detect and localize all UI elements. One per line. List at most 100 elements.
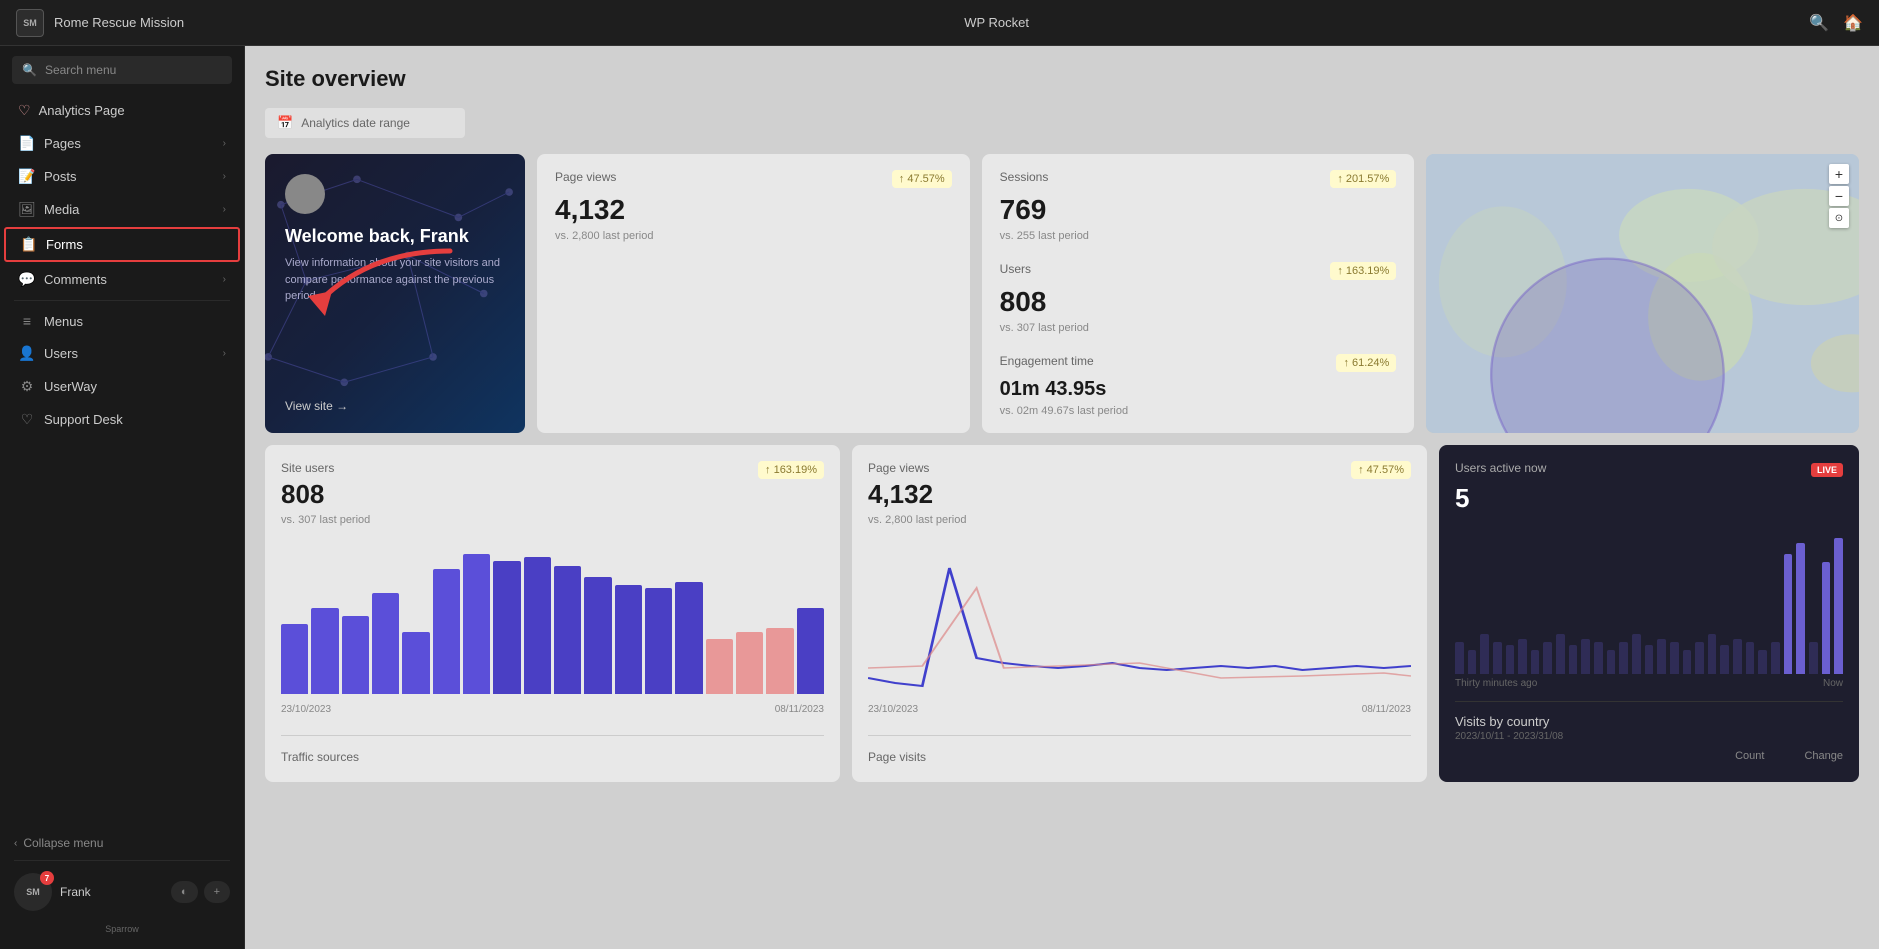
map-reset-button[interactable]: ⊙ xyxy=(1829,208,1849,228)
map-controls: + − ⊙ xyxy=(1829,164,1849,228)
active-bar-2 xyxy=(1468,650,1477,674)
sidebar-item-posts[interactable]: 📝 Posts › xyxy=(4,161,240,192)
sidebar-item-posts-label: Posts xyxy=(44,169,77,184)
site-title: Rome Rescue Mission xyxy=(54,15,184,30)
site-users-date-to: 08/11/2023 xyxy=(775,704,824,715)
bar-8 xyxy=(493,561,520,694)
site-users-bar-chart xyxy=(281,538,824,698)
bar-15 xyxy=(706,639,733,694)
sidebar-item-userway[interactable]: ⚙ UserWay xyxy=(4,371,240,402)
sidebar-item-users-label: Users xyxy=(44,346,78,361)
chevron-right-icon: › xyxy=(223,348,226,359)
search-menu[interactable]: 🔍 Search menu xyxy=(12,56,232,84)
chevron-right-icon: › xyxy=(223,138,226,149)
user-footer: SM 7 Frank ◐ + xyxy=(0,865,244,919)
date-range-picker[interactable]: 📅 Analytics date range xyxy=(265,108,465,138)
sidebar-item-menus[interactable]: ≡ Menus xyxy=(4,306,240,336)
welcome-title: Welcome back, Frank xyxy=(285,226,505,247)
topbar: SM Rome Rescue Mission WP Rocket 🔍 🏠 xyxy=(0,0,1879,46)
time-label-right: Now xyxy=(1823,678,1843,689)
sidebar-item-pages-label: Pages xyxy=(44,136,81,151)
page-visits-title: Page visits xyxy=(868,750,926,764)
media-icon: 🖼 xyxy=(18,201,36,218)
map-zoom-in-button[interactable]: + xyxy=(1829,164,1849,184)
view-site-button[interactable]: View site → xyxy=(285,399,505,413)
page-views-chart-badge: ↑ 47.57% xyxy=(1351,461,1411,479)
active-bar-15 xyxy=(1632,634,1641,674)
welcome-description: View information about your site visitor… xyxy=(285,255,505,305)
active-bar-22 xyxy=(1720,645,1729,674)
chevron-right-icon: › xyxy=(223,204,226,215)
active-bar-7 xyxy=(1531,650,1540,674)
sidebar-item-media-label: Media xyxy=(44,202,79,217)
sidebar-item-analytics[interactable]: ♡ Analytics Page xyxy=(4,95,240,126)
bar-13 xyxy=(645,588,672,694)
page-title: Site overview xyxy=(265,66,1859,92)
bar-5 xyxy=(402,632,429,694)
notification-badge: 7 xyxy=(40,871,54,885)
chevron-right-icon: › xyxy=(223,274,226,285)
sidebar-item-pages[interactable]: 📄 Pages › xyxy=(4,128,240,159)
active-bar-18 xyxy=(1670,642,1679,674)
map-zoom-out-button[interactable]: − xyxy=(1829,186,1849,206)
bar-14 xyxy=(675,582,702,694)
welcome-card: Welcome back, Frank View information abo… xyxy=(265,154,525,433)
search-icon[interactable]: 🔍 xyxy=(1809,13,1829,33)
sidebar-item-userway-label: UserWay xyxy=(44,379,97,394)
users-label: Users xyxy=(1000,262,1031,276)
page-views-line-chart xyxy=(868,538,1411,698)
forms-icon: 📋 xyxy=(20,236,38,253)
posts-icon: 📝 xyxy=(18,168,36,185)
bar-6 xyxy=(433,569,460,694)
page-views-vs: vs. 2,800 last period xyxy=(555,230,952,242)
users-value: 808 xyxy=(1000,286,1397,318)
active-bar-4 xyxy=(1493,642,1502,674)
user-action-button[interactable]: ◐ xyxy=(171,881,198,903)
page-views-date-from: 23/10/2023 xyxy=(868,704,918,715)
active-bar-20 xyxy=(1695,642,1704,674)
site-users-badge: ↑ 163.19% xyxy=(758,461,824,479)
active-now-card: Users active now LIVE 5 xyxy=(1439,445,1859,782)
active-bar-13 xyxy=(1607,650,1616,674)
users-icon: 👤 xyxy=(18,345,36,362)
sessions-card: Sessions ↑ 201.57% 769 vs. 255 last peri… xyxy=(982,154,1415,433)
active-bar-12 xyxy=(1594,642,1603,674)
add-user-button[interactable]: + xyxy=(204,881,230,903)
bar-7 xyxy=(463,554,490,694)
date-range-label: Analytics date range xyxy=(301,116,410,130)
bar-16 xyxy=(736,632,763,694)
collapse-menu-button[interactable]: ‹ Collapse menu xyxy=(0,830,244,856)
site-users-title: Site users xyxy=(281,461,334,475)
world-map-svg xyxy=(1426,154,1859,433)
avatar-text: SM xyxy=(26,887,40,897)
users-badge: ↑ 163.19% xyxy=(1330,262,1396,280)
sidebar-item-forms[interactable]: 📋 Forms xyxy=(4,227,240,262)
sidebar-item-support[interactable]: ♡ Support Desk xyxy=(4,404,240,435)
layout: 🔍 Search menu ♡ Analytics Page 📄 Pages ›… xyxy=(0,46,1879,949)
avatar: SM 7 xyxy=(14,873,52,911)
page-views-label: Page views xyxy=(555,170,616,184)
collapse-icon: ‹ xyxy=(14,838,17,849)
search-placeholder: Search menu xyxy=(45,63,116,77)
active-bar-23 xyxy=(1733,639,1742,674)
page-views-value: 4,132 xyxy=(555,194,952,226)
sidebar-item-media[interactable]: 🖼 Media › xyxy=(4,194,240,225)
separator xyxy=(14,300,230,301)
engagement-vs: vs. 02m 49.67s last period xyxy=(1000,405,1397,417)
active-bar-tall-3 xyxy=(1822,562,1831,674)
page-views-chart-value: 4,132 xyxy=(868,479,933,510)
site-users-value: 808 xyxy=(281,479,334,510)
active-bar-17 xyxy=(1657,639,1666,674)
sidebar: 🔍 Search menu ♡ Analytics Page 📄 Pages ›… xyxy=(0,46,245,949)
site-users-vs: vs. 307 last period xyxy=(281,514,824,526)
home-icon[interactable]: 🏠 xyxy=(1843,13,1863,33)
engagement-label: Engagement time xyxy=(1000,354,1094,368)
bar-10 xyxy=(554,566,581,694)
active-bar-10 xyxy=(1569,645,1578,674)
sparrow-label: Sparrow xyxy=(105,924,139,934)
sidebar-item-users[interactable]: 👤 Users › xyxy=(4,338,240,369)
sidebar-item-comments[interactable]: 💬 Comments › xyxy=(4,264,240,295)
active-bar-tall-4 xyxy=(1834,538,1843,674)
bar-12 xyxy=(615,585,642,694)
sidebar-item-analytics-label: Analytics Page xyxy=(39,103,125,118)
